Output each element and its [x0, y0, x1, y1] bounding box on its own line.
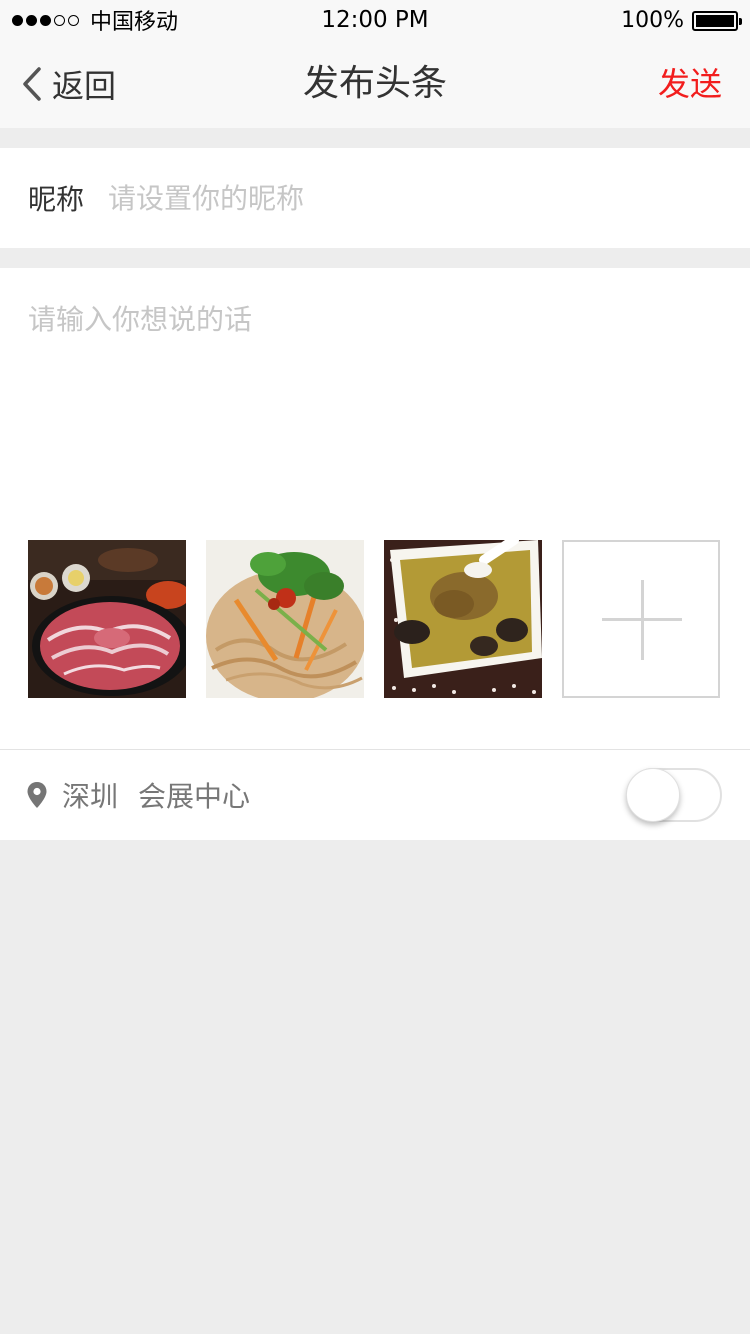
nav-bar: 发布头条 返回 发送: [0, 40, 750, 128]
nickname-label: 昵称: [28, 183, 85, 216]
back-button[interactable]: 返回: [22, 40, 116, 128]
back-label: 返回: [52, 67, 117, 105]
location-city: 深圳: [62, 780, 119, 813]
sliced-beef-hotpot-photo[interactable]: [28, 540, 186, 698]
nickname-row: 昵称: [0, 148, 750, 248]
location-pin-icon: [27, 782, 47, 808]
battery-indicator: 100%: [621, 8, 742, 33]
status-bar: 中国移动 12:00 PM 100%: [0, 0, 750, 40]
location-row: 深圳 会展中心: [0, 750, 750, 840]
location-toggle[interactable]: [626, 768, 722, 822]
nickname-input[interactable]: [108, 181, 669, 215]
mushroom-chicken-soup-photo[interactable]: [384, 540, 542, 698]
send-button[interactable]: 发送: [658, 40, 722, 128]
cold-noodle-salad-photo[interactable]: [206, 540, 364, 698]
location-place: 会展中心: [138, 780, 251, 813]
battery-icon: [692, 10, 742, 31]
post-text-input[interactable]: [28, 298, 722, 498]
toggle-knob: [626, 768, 680, 822]
post-content-block: 深圳 会展中心: [0, 268, 750, 840]
add-photo-button[interactable]: [562, 540, 720, 698]
back-chevron-icon: [23, 67, 41, 101]
battery-percent: 100%: [621, 8, 684, 33]
